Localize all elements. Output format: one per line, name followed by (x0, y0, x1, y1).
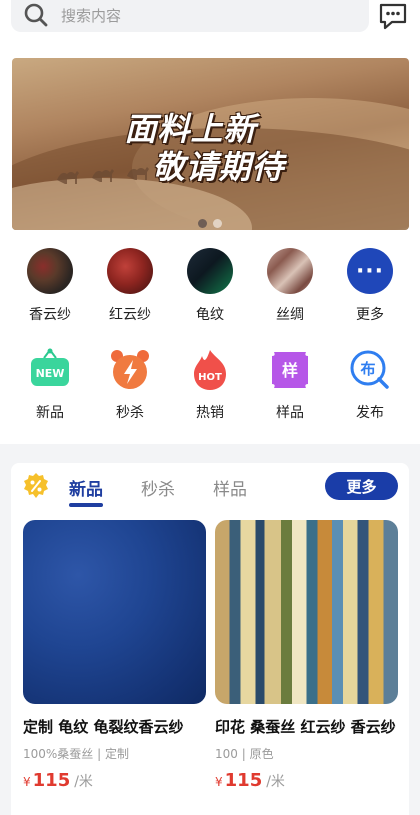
fabric-thumbnail (27, 248, 73, 294)
tab-new[interactable]: 新品 (69, 475, 103, 500)
action-sample[interactable]: 样 样品 (260, 348, 320, 422)
category-label: 香云纱 (29, 307, 71, 323)
search-bar[interactable] (11, 0, 369, 32)
category-more[interactable]: ··· 更多 (340, 248, 400, 324)
product-image[interactable] (23, 520, 206, 704)
action-label: 热销 (196, 405, 224, 421)
product-tabs: 新品 秒杀 样品 更多 (11, 463, 409, 513)
currency-symbol: ¥ (215, 775, 223, 789)
category-label: 红云纱 (109, 307, 151, 323)
more-icon: ··· (347, 248, 393, 294)
action-flash-sale[interactable]: 秒杀 (100, 348, 160, 422)
discount-icon (24, 473, 48, 498)
category-label: 更多 (356, 307, 384, 323)
top-bar (0, 0, 420, 48)
currency-symbol: ¥ (23, 775, 31, 789)
product-price: 115 (32, 770, 71, 791)
action-label: 样品 (276, 405, 304, 421)
fabric-category-row: 香云纱 红云纱 龟纹 丝绸 ··· 更多 (0, 248, 420, 324)
tab-sample[interactable]: 样品 (213, 475, 247, 500)
product-specs: 100 | 原色 (215, 747, 274, 761)
product-section: 新品 秒杀 样品 更多 定制 龟纹 龟裂纹香云纱 100%桑蚕丝 | 定制 ¥ … (11, 463, 409, 815)
category-label: 丝绸 (276, 307, 304, 323)
action-new[interactable]: NEW 新品 (20, 348, 80, 422)
hot-badge-text: HOT (198, 372, 222, 383)
promo-banner[interactable]: 面料上新 敬请期待 (12, 58, 409, 230)
action-label: 发布 (356, 405, 384, 421)
product-specs: 100%桑蚕丝 | 定制 (23, 747, 129, 761)
carousel-dot[interactable] (198, 219, 207, 228)
product-image[interactable] (215, 520, 398, 704)
fabric-thumbnail (107, 248, 153, 294)
search-input[interactable] (61, 7, 321, 25)
new-badge-text: NEW (36, 367, 65, 380)
carousel-dot[interactable] (213, 219, 222, 228)
home-content: 面料上新 敬请期待 香云纱 红云纱 龟纹 丝绸 ··· 更多 NEW 新品 秒杀… (0, 48, 420, 444)
product-price: 115 (224, 770, 263, 791)
tab-flash-sale[interactable]: 秒杀 (141, 475, 175, 500)
category-guiwen[interactable]: 龟纹 (180, 248, 240, 324)
fabric-thumbnail (187, 248, 233, 294)
action-publish[interactable]: 布 发布 (340, 348, 400, 422)
hot-icon: HOT (194, 350, 226, 390)
product-price-row: ¥ 115 /米 (215, 770, 398, 791)
product-title: 印花 桑蚕丝 红云纱 香云纱 (215, 718, 396, 736)
category-xiangyunsha[interactable]: 香云纱 (20, 248, 80, 324)
chat-icon[interactable] (378, 2, 408, 30)
fabric-thumbnail (267, 248, 313, 294)
more-button[interactable]: 更多 (325, 472, 398, 500)
price-unit: /米 (74, 774, 93, 790)
active-tab-indicator (69, 503, 103, 507)
flash-sale-icon (111, 350, 149, 389)
product-card[interactable]: 定制 龟纹 龟裂纹香云纱 100%桑蚕丝 | 定制 ¥ 115 /米 (23, 520, 206, 791)
action-hot[interactable]: HOT 热销 (180, 348, 240, 422)
action-label: 秒杀 (116, 405, 144, 421)
product-title: 定制 龟纹 龟裂纹香云纱 (23, 718, 184, 736)
category-sichou[interactable]: 丝绸 (260, 248, 320, 324)
quick-action-row: NEW 新品 秒杀 HOT 热销 样 样品 布 发布 (0, 348, 420, 422)
product-card[interactable]: 印花 桑蚕丝 红云纱 香云纱 100 | 原色 ¥ 115 /米 (215, 520, 398, 791)
search-icon (24, 3, 48, 27)
publish-icon: 布 (350, 350, 389, 389)
banner-subheadline: 敬请期待 (152, 148, 285, 186)
publish-badge-text: 布 (360, 360, 375, 378)
price-unit: /米 (266, 774, 285, 790)
category-hongyunsha[interactable]: 红云纱 (100, 248, 160, 324)
category-label: 龟纹 (196, 307, 224, 323)
action-label: 新品 (36, 405, 64, 421)
product-price-row: ¥ 115 /米 (23, 770, 206, 791)
carousel-indicator (198, 219, 222, 228)
new-icon: NEW (31, 348, 69, 386)
sample-badge-text: 样 (282, 361, 298, 380)
sample-icon: 样 (272, 352, 308, 388)
